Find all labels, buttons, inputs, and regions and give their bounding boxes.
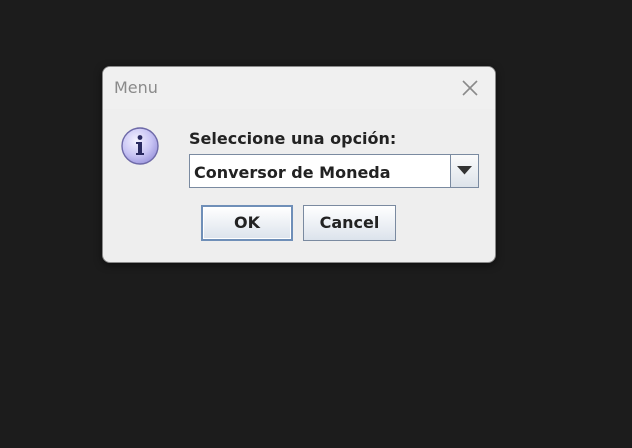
option-combobox[interactable]: Conversor de Moneda xyxy=(189,154,479,188)
menu-dialog: Menu Seleccione una opción: Conversor de… xyxy=(102,66,496,263)
close-icon xyxy=(462,80,478,96)
dialog-titlebar[interactable]: Menu xyxy=(103,67,495,109)
cancel-button[interactable]: Cancel xyxy=(303,205,396,241)
chevron-down-icon xyxy=(457,166,472,175)
prompt-label: Seleccione una opción: xyxy=(189,129,397,148)
combobox-selected-value: Conversor de Moneda xyxy=(194,163,391,182)
close-button[interactable] xyxy=(459,77,481,99)
ok-button[interactable]: OK xyxy=(201,205,293,241)
dialog-title: Menu xyxy=(114,78,158,97)
info-icon xyxy=(121,127,159,165)
desktop-background: Menu Seleccione una opción: Conversor de… xyxy=(0,0,632,448)
combobox-dropdown-button[interactable] xyxy=(450,155,478,187)
